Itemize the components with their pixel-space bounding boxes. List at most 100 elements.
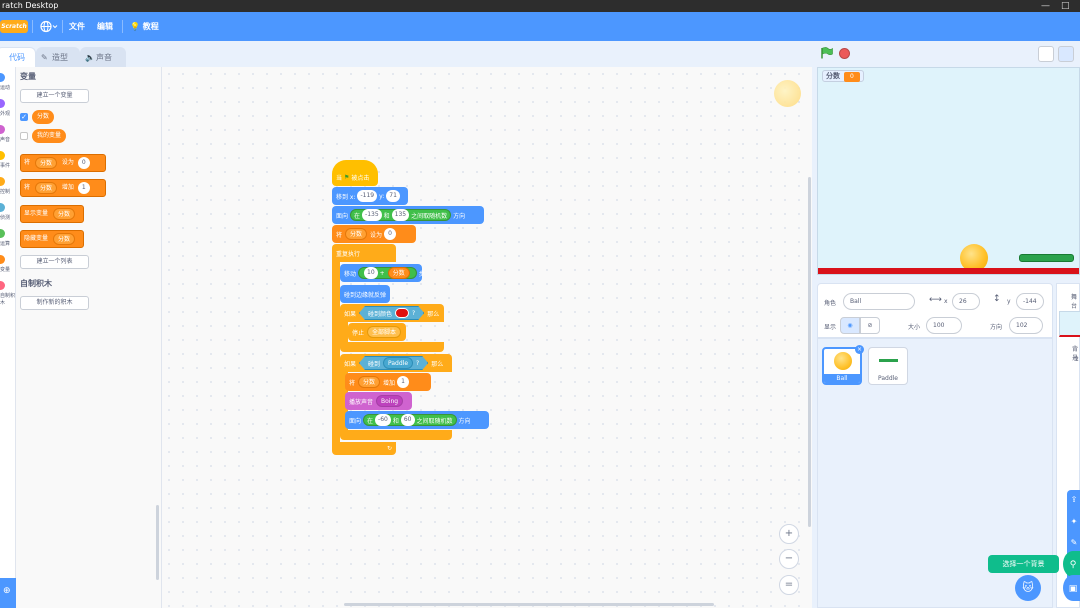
value-input[interactable]: 1: [397, 376, 410, 388]
minimize-button[interactable]: —: [1041, 0, 1050, 12]
make-variable-button[interactable]: 建立一个变量: [20, 89, 89, 103]
y-input[interactable]: 71: [386, 190, 400, 202]
green-flag-button[interactable]: [820, 47, 833, 59]
score-reporter[interactable]: 分数: [32, 110, 55, 124]
category-sensing[interactable]: [0, 203, 5, 212]
set-score-block[interactable]: 将 分数 设为 0: [332, 225, 416, 243]
variable-dropdown[interactable]: 分数: [52, 207, 75, 220]
choose-backdrop-button[interactable]: ▣: [1063, 575, 1080, 601]
zoom-reset-button[interactable]: =: [779, 575, 799, 595]
category-control[interactable]: [0, 177, 5, 186]
value-input[interactable]: 1: [77, 181, 90, 194]
random-operator[interactable]: 在 -60 和 60 之间取随机数: [363, 414, 457, 426]
language-menu[interactable]: [40, 12, 58, 41]
category-motion[interactable]: [0, 73, 5, 82]
category-sound[interactable]: [0, 125, 5, 134]
when-flag-clicked-block[interactable]: 当 ⚑ 被点击: [332, 160, 378, 186]
touching-sprite-sensor[interactable]: 碰到 Paddle ?: [359, 356, 428, 370]
point-direction-block-2[interactable]: 面向 在 -60 和 60 之间取随机数 方向: [345, 411, 489, 429]
surprise-icon[interactable]: ✦: [1069, 517, 1079, 527]
category-events[interactable]: [0, 151, 5, 160]
value-input[interactable]: 0: [384, 228, 397, 240]
tab-costumes[interactable]: ✎ 造型: [36, 47, 80, 67]
category-operators[interactable]: [0, 229, 5, 238]
stage-canvas[interactable]: 分数 0: [817, 67, 1080, 275]
variable-dropdown[interactable]: 分数: [34, 181, 57, 194]
category-variables[interactable]: [0, 255, 5, 264]
random-min-input[interactable]: -135: [362, 209, 382, 221]
paddle-sprite[interactable]: [1019, 254, 1074, 262]
make-block-button[interactable]: 制作新的积木: [20, 296, 89, 310]
point-direction-block[interactable]: 面向 在 -135 和 135 之间取随机数 方向: [332, 206, 484, 224]
variable-dropdown[interactable]: 分数: [345, 228, 368, 240]
steps-input[interactable]: 10: [364, 267, 378, 279]
direction-input[interactable]: 102: [1009, 317, 1043, 334]
sprite-dropdown[interactable]: Paddle: [383, 357, 413, 369]
upload-backdrop-icon[interactable]: ⇪: [1069, 495, 1079, 505]
score-checkbox[interactable]: ✓: [20, 113, 28, 121]
tutorials-menu[interactable]: 💡 教程: [130, 12, 159, 41]
stop-button[interactable]: [839, 48, 850, 59]
random-operator[interactable]: 在 -135 和 135 之间取随机数: [350, 209, 452, 221]
goto-xy-block[interactable]: 移到 x: -119 y: 71: [332, 187, 408, 205]
start-sound-block[interactable]: 播放声音 Boing: [345, 392, 412, 410]
paint-icon[interactable]: ✎: [1069, 538, 1079, 548]
zoom-in-button[interactable]: +: [779, 524, 799, 544]
move-steps-block[interactable]: 移动 10 + 分数 步: [340, 264, 425, 282]
value-input[interactable]: 0: [77, 156, 90, 169]
sprite-tile-paddle[interactable]: Paddle: [868, 347, 908, 385]
add-operator[interactable]: 10 + 分数: [358, 267, 417, 279]
if-touching-color-block[interactable]: 如果 碰到颜色 ? 那么: [340, 304, 444, 322]
variable-dropdown[interactable]: 分数: [52, 232, 75, 245]
maximize-button[interactable]: □: [1061, 0, 1070, 12]
if-touching-paddle-block[interactable]: 如果 碰到 Paddle ? 那么: [340, 354, 452, 372]
variable-dropdown[interactable]: 分数: [34, 156, 57, 169]
hide-visible-button[interactable]: ⊘: [860, 317, 880, 334]
size-input[interactable]: 100: [926, 317, 962, 334]
bounce-on-edge-block[interactable]: 碰到边缘就反弹: [340, 285, 390, 303]
my-variable-checkbox[interactable]: [20, 132, 28, 140]
edit-menu[interactable]: 编辑: [97, 12, 113, 41]
random-max-input[interactable]: 60: [400, 414, 415, 426]
stage-thumbnail[interactable]: [1059, 311, 1080, 337]
sound-dropdown[interactable]: Boing: [376, 395, 404, 407]
palette-scrollbar[interactable]: [156, 505, 159, 580]
category-myblocks[interactable]: [0, 281, 5, 290]
change-variable-block[interactable]: 将 分数 增加 1: [20, 179, 106, 197]
small-stage-button[interactable]: [1038, 46, 1054, 62]
tab-code[interactable]: 代码: [0, 47, 36, 67]
make-list-button[interactable]: 建立一个列表: [20, 255, 89, 269]
add-extension-button[interactable]: ⊕: [0, 578, 16, 608]
score-monitor[interactable]: 分数 0: [822, 70, 864, 82]
workspace-horizontal-scrollbar[interactable]: [344, 603, 714, 606]
hide-variable-block[interactable]: 隐藏变量 分数: [20, 230, 84, 248]
tab-sounds[interactable]: 🔈 声音: [80, 47, 126, 67]
score-reporter[interactable]: 分数: [387, 267, 410, 279]
y-input[interactable]: -144: [1016, 293, 1044, 310]
my-variable-reporter[interactable]: 我的变量: [32, 129, 67, 143]
zoom-out-button[interactable]: −: [779, 549, 799, 569]
sprite-tile-ball[interactable]: × Ball: [822, 345, 864, 385]
choose-sprite-button[interactable]: 🐱: [1015, 575, 1041, 601]
scratch-logo[interactable]: Scratch: [0, 20, 28, 33]
random-min-input[interactable]: -60: [375, 414, 391, 426]
file-menu[interactable]: 文件: [69, 12, 85, 41]
delete-sprite-icon[interactable]: ×: [855, 345, 864, 354]
sprite-name-input[interactable]: Ball: [843, 293, 915, 310]
show-visible-button[interactable]: ◉: [840, 317, 860, 334]
choose-backdrop-search-button[interactable]: ⚲: [1063, 551, 1080, 577]
x-input[interactable]: 26: [952, 293, 980, 310]
large-stage-button[interactable]: [1058, 46, 1074, 62]
stop-dropdown[interactable]: 全部脚本: [367, 326, 402, 338]
variable-dropdown[interactable]: 分数: [358, 376, 381, 388]
x-input[interactable]: -119: [357, 190, 378, 202]
stop-block[interactable]: 停止 全部脚本: [348, 323, 406, 341]
set-variable-block[interactable]: 将 分数 设为 0: [20, 154, 106, 172]
category-looks[interactable]: [0, 99, 5, 108]
workspace-vertical-scrollbar[interactable]: [808, 177, 811, 527]
random-max-input[interactable]: 135: [391, 209, 410, 221]
touching-color-sensor[interactable]: 碰到颜色 ?: [359, 306, 424, 320]
forever-block[interactable]: 重复执行: [332, 244, 396, 262]
color-swatch[interactable]: [395, 308, 409, 318]
code-workspace[interactable]: [162, 67, 812, 608]
